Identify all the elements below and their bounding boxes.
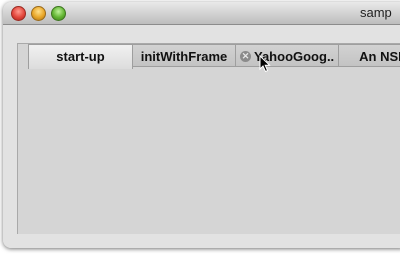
tab-initwithframe[interactable]: initWithFrame [132,44,236,67]
tab-an-nsi[interactable]: An NSIr [338,44,400,67]
tab-label: An NSIr [359,49,400,64]
title-bar[interactable]: samp [3,2,400,25]
app-window: samp start-up initWithFrame ✕ YahooGoog..… [3,2,400,248]
tab-start-up[interactable]: start-up [28,44,133,69]
tab-yahoogoog[interactable]: ✕ YahooGoog.. [235,44,339,67]
close-window-button[interactable] [11,6,26,21]
zoom-window-button[interactable] [51,6,66,21]
tab-content-pane [17,43,400,234]
tab-label: initWithFrame [140,49,228,64]
mouse-pointer-icon [259,55,271,73]
minimize-window-button[interactable] [31,6,46,21]
window-title: samp [360,5,392,20]
close-circle-icon[interactable]: ✕ [240,51,251,63]
tab-label: start-up [56,49,105,64]
